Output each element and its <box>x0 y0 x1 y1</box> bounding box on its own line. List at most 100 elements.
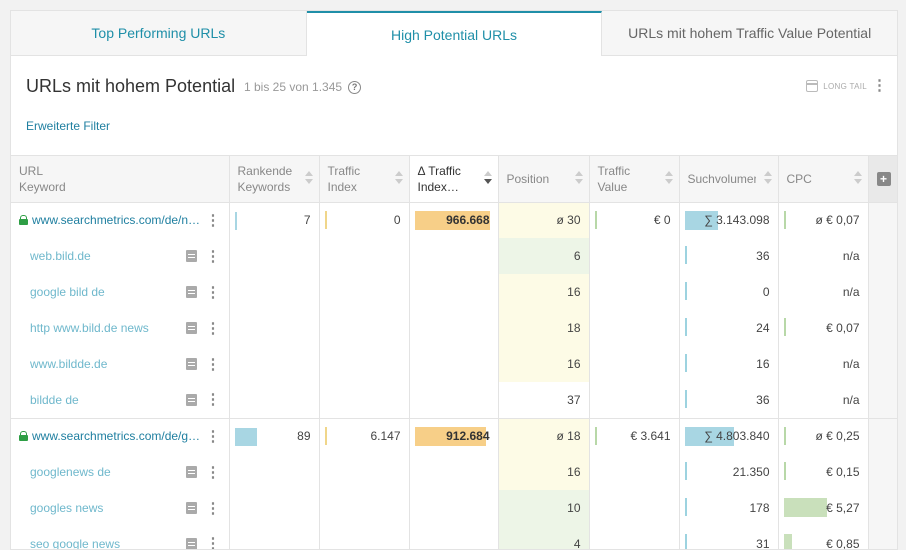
row-options-icon[interactable]: ⋮ <box>206 321 221 336</box>
keyword-row: google bild de ⋮ 16 0 n/a <box>11 274 897 310</box>
spacer-cell <box>868 274 897 310</box>
col-ranking-keywords[interactable]: Rankende Keywords <box>229 156 320 203</box>
row-options-icon[interactable]: ⋮ <box>206 501 221 516</box>
delta-traffic-index-cell <box>409 490 499 526</box>
row-options-icon[interactable]: ⋮ <box>206 536 221 549</box>
traffic-value-cell: € 0 <box>589 202 680 238</box>
sort-desc-icon[interactable] <box>483 171 492 184</box>
clipboard-icon[interactable] <box>185 322 197 334</box>
col-search-volume[interactable]: Suchvolumen <box>679 156 779 203</box>
longtail-label: LONG TAIL <box>823 81 867 91</box>
row-options-icon[interactable]: ⋮ <box>206 465 221 480</box>
keyword-link[interactable]: googlenews de <box>30 465 186 479</box>
col-cpc[interactable]: CPC <box>778 156 869 203</box>
traffic-value-cell <box>589 346 680 382</box>
url-cell: www.searchmetrics.com/de/ne… ⋮ <box>11 202 230 238</box>
delta-traffic-index-value: 966.668 <box>446 213 490 228</box>
ranking-keywords-cell <box>229 274 320 310</box>
clipboard-icon[interactable] <box>185 393 197 406</box>
col-tv-label-2: Value <box>597 179 628 194</box>
tab-top-performing-urls[interactable]: Top Performing URLs <box>11 11 307 56</box>
url-cell: www.searchmetrics.com/de/gl… ⋮ <box>11 418 230 454</box>
sort-icon[interactable] <box>664 171 673 184</box>
advanced-filter-link[interactable]: Erweiterte Filter <box>26 119 110 133</box>
delta-traffic-index-cell <box>409 274 499 310</box>
keyword-link[interactable]: googles news <box>30 501 186 515</box>
traffic-index-cell <box>319 454 410 490</box>
sort-icon[interactable] <box>763 171 772 184</box>
col-delta-traffic-index[interactable]: Δ Traffic Index… <box>409 156 499 203</box>
keyword-link[interactable]: web.bild.de <box>30 249 186 263</box>
keyword-row: http www.bild.de news ⋮ 18 24 € 0,07 <box>11 310 897 346</box>
cpc-cell: € 5,27 <box>778 490 869 526</box>
cpc-bar <box>783 210 786 229</box>
url-row: www.searchmetrics.com/de/gl… ⋮ 89 6.147 9… <box>11 418 897 454</box>
tab-bar: Top Performing URLs High Potential URLs … <box>11 11 897 56</box>
clipboard-icon[interactable] <box>185 537 197 549</box>
add-column-button[interactable]: + <box>876 171 891 186</box>
traffic-index-cell <box>319 274 410 310</box>
delta-traffic-index-value: 912.684 <box>446 429 490 444</box>
row-options-icon[interactable]: ⋮ <box>206 249 221 264</box>
search-volume-bar <box>684 282 687 300</box>
traffic-value-cell <box>589 310 680 346</box>
col-traffic-index[interactable]: Traffic Index <box>319 156 410 203</box>
keyword-link[interactable]: seo google news <box>30 537 186 549</box>
position-cell: 16 <box>498 346 590 382</box>
clipboard-icon[interactable] <box>185 466 197 478</box>
keyword-link[interactable]: bildde de <box>30 393 186 407</box>
tab-traffic-value-potential[interactable]: URLs mit hohem Traffic Value Potential <box>602 11 897 56</box>
keyword-link[interactable]: http www.bild.de news <box>30 321 186 335</box>
traffic-index-cell <box>319 382 410 419</box>
spacer-cell <box>868 238 897 274</box>
spacer-cell <box>868 490 897 526</box>
keyword-cell: google bild de ⋮ <box>11 274 230 310</box>
spacer-cell <box>868 202 897 238</box>
longtail-toggle[interactable]: LONG TAIL <box>806 80 867 92</box>
sort-icon[interactable] <box>394 171 403 184</box>
position-cell: 4 <box>498 526 590 549</box>
col-ti-label-2: Index <box>327 179 357 194</box>
cpc-value: ø € 0,25 <box>815 429 860 444</box>
sort-icon[interactable] <box>853 171 862 184</box>
ranking-keywords-value: 7 <box>303 213 311 228</box>
clipboard-icon[interactable] <box>185 286 197 298</box>
keyword-cell: googles news ⋮ <box>11 490 230 526</box>
col-position[interactable]: Position <box>498 156 590 203</box>
delta-traffic-index-cell <box>409 310 499 346</box>
help-icon[interactable]: ? <box>348 80 362 94</box>
ranking-keywords-cell <box>229 490 320 526</box>
position-value: 16 <box>567 285 581 299</box>
position-cell: 10 <box>498 490 590 526</box>
col-url-keyword[interactable]: URL Keyword <box>11 156 230 203</box>
row-options-icon[interactable]: ⋮ <box>206 429 221 444</box>
spacer-cell <box>868 418 897 454</box>
url-link[interactable]: www.searchmetrics.com/de/gl… <box>32 429 202 443</box>
keyword-row: googlenews de ⋮ 16 21.350 € 0,15 <box>11 454 897 490</box>
tab-high-potential-urls[interactable]: High Potential URLs <box>306 11 603 56</box>
traffic-index-bar <box>324 210 327 229</box>
row-options-icon[interactable]: ⋮ <box>206 392 221 407</box>
row-options-icon[interactable]: ⋮ <box>206 285 221 300</box>
sort-icon[interactable] <box>574 171 583 184</box>
delta-traffic-index-cell <box>409 238 499 274</box>
url-link[interactable]: www.searchmetrics.com/de/ne… <box>32 213 202 227</box>
keyword-link[interactable]: google bild de <box>30 285 186 299</box>
row-options-icon[interactable]: ⋮ <box>206 213 221 228</box>
clipboard-icon[interactable] <box>185 250 197 262</box>
traffic-value-cell <box>589 382 680 419</box>
col-traffic-value[interactable]: Traffic Value <box>589 156 680 203</box>
clipboard-icon[interactable] <box>185 502 197 514</box>
row-options-icon[interactable]: ⋮ <box>206 357 221 372</box>
cpc-cell: ø € 0,25 <box>778 418 869 454</box>
col-dti-label-2: Index… <box>417 179 459 194</box>
position-cell: 16 <box>498 274 590 310</box>
ranking-keywords-value: 89 <box>297 429 311 444</box>
cpc-cell: n/a <box>778 382 869 419</box>
more-options-icon[interactable]: ⋮ <box>872 78 887 93</box>
spacer-cell <box>868 346 897 382</box>
sort-icon[interactable] <box>304 171 313 184</box>
cpc-value: € 0,85 <box>826 536 860 550</box>
clipboard-icon[interactable] <box>185 358 197 370</box>
keyword-link[interactable]: www.bildde.de <box>30 357 186 371</box>
